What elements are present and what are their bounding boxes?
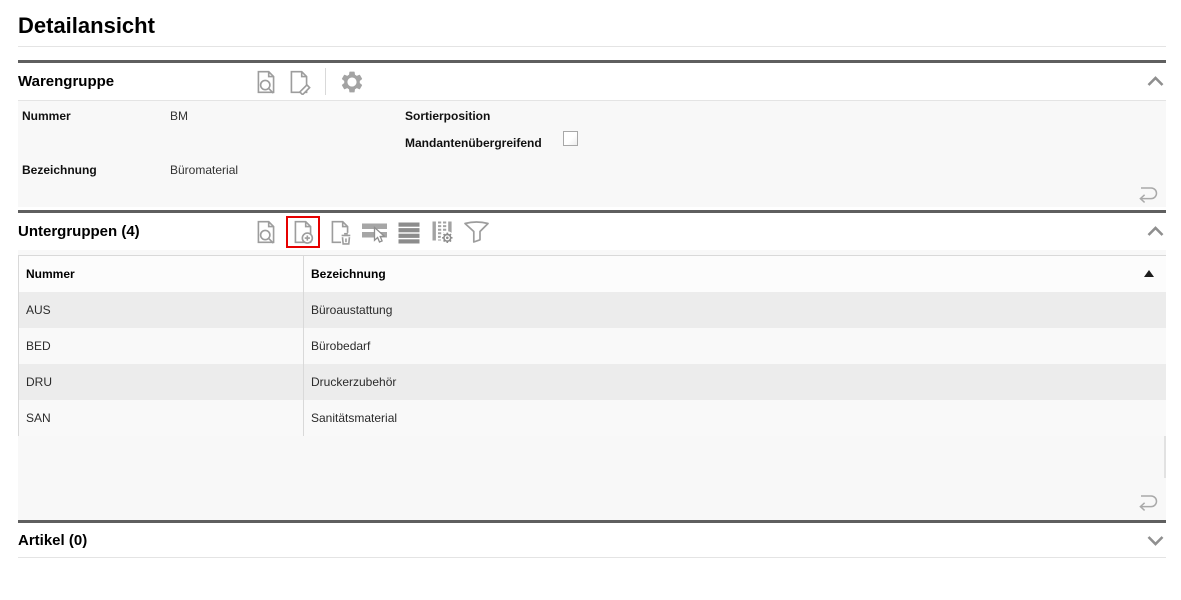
- edit-button[interactable]: [286, 69, 312, 95]
- untergruppen-collapse-button[interactable]: [1147, 213, 1164, 250]
- content-area: Detailansicht Warengruppe: [18, 0, 1166, 600]
- sort-ascending-icon[interactable]: [1144, 270, 1154, 277]
- toolbar-separator: [325, 68, 326, 95]
- sortierposition-label: Sortierposition: [405, 109, 490, 123]
- cell-bezeichnung: Sanitätsmaterial: [304, 400, 1166, 436]
- doc-edit-icon: [286, 69, 312, 95]
- return-arrow-icon: [1134, 183, 1161, 204]
- artikel-header: Artikel (0): [18, 523, 1166, 557]
- highlight-box: [286, 216, 320, 248]
- columns-gear-icon: [429, 219, 455, 245]
- gear-icon: [339, 69, 365, 95]
- table-row[interactable]: AUS Büroaustattung: [19, 292, 1166, 328]
- column-header-bezeichnung[interactable]: Bezeichnung: [304, 256, 1166, 292]
- nummer-value: BM: [170, 109, 188, 123]
- table-row[interactable]: BED Bürobedarf: [19, 328, 1166, 364]
- title-divider: [18, 46, 1166, 47]
- artikel-title: Artikel (0): [18, 532, 87, 549]
- doc-search-icon: [253, 69, 279, 95]
- detail-view-page: { "page": { "title": "Detailansicht" }, …: [0, 0, 1181, 600]
- mandantenuebergreifend-label: Mandantenübergreifend: [405, 136, 542, 150]
- doc-delete-icon: [327, 219, 353, 245]
- warengruppe-collapse-button[interactable]: [1147, 63, 1164, 100]
- artikel-expand-button[interactable]: [1147, 523, 1164, 557]
- untergruppen-toolbar: [253, 213, 491, 250]
- untergruppen-undo-button[interactable]: [1134, 491, 1161, 512]
- bezeichnung-value: Büromaterial: [170, 163, 238, 177]
- chevron-up-icon: [1147, 76, 1164, 87]
- cell-bezeichnung: Bürobedarf: [304, 328, 1166, 364]
- return-arrow-icon: [1134, 491, 1161, 512]
- warengruppe-undo-button[interactable]: [1134, 183, 1161, 204]
- cell-bezeichnung: Druckerzubehör: [304, 364, 1166, 400]
- untergruppen-table: Nummer Bezeichnung AUS Büroaustattung BE…: [18, 255, 1166, 436]
- add-button[interactable]: [290, 219, 316, 245]
- view-button[interactable]: [253, 219, 279, 245]
- settings-button[interactable]: [339, 69, 365, 95]
- artikel-divider: [18, 557, 1166, 558]
- chevron-down-icon: [1147, 535, 1164, 546]
- view-button[interactable]: [253, 69, 279, 95]
- rows-icon: [396, 219, 422, 245]
- cell-nummer: BED: [19, 328, 304, 364]
- cell-bezeichnung: Büroaustattung: [304, 292, 1166, 328]
- untergruppen-header: Untergruppen (4): [18, 213, 1166, 250]
- doc-add-icon: [290, 219, 316, 245]
- cell-nummer: AUS: [19, 292, 304, 328]
- select-row-button[interactable]: [360, 219, 389, 245]
- chevron-up-icon: [1147, 226, 1164, 237]
- cell-nummer: DRU: [19, 364, 304, 400]
- mandantenuebergreifend-checkbox[interactable]: [563, 131, 578, 146]
- table-header-row: Nummer Bezeichnung: [19, 256, 1166, 292]
- bezeichnung-label: Bezeichnung: [22, 163, 97, 177]
- warengruppe-body: Nummer BM Sortierposition Mandantenüberg…: [18, 101, 1166, 207]
- page-title: Detailansicht: [18, 13, 155, 39]
- warengruppe-title: Warengruppe: [18, 73, 114, 90]
- list-rows-button[interactable]: [396, 219, 422, 245]
- untergruppen-title: Untergruppen (4): [18, 223, 140, 240]
- warengruppe-header: Warengruppe: [18, 63, 1166, 100]
- table-row[interactable]: DRU Druckerzubehör: [19, 364, 1166, 400]
- rows-cursor-icon: [360, 219, 389, 245]
- untergruppen-body: Nummer Bezeichnung AUS Büroaustattung BE…: [18, 250, 1166, 520]
- delete-button[interactable]: [327, 219, 353, 245]
- scrollbar-track[interactable]: [1164, 436, 1166, 478]
- column-header-nummer[interactable]: Nummer: [19, 256, 304, 292]
- column-settings-button[interactable]: [429, 219, 455, 245]
- cell-nummer: SAN: [19, 400, 304, 436]
- doc-search-icon: [253, 219, 279, 245]
- nummer-label: Nummer: [22, 109, 71, 123]
- funnel-icon: [462, 219, 491, 245]
- table-row[interactable]: SAN Sanitätsmaterial: [19, 400, 1166, 436]
- filter-button[interactable]: [462, 219, 491, 245]
- warengruppe-toolbar: [253, 63, 365, 100]
